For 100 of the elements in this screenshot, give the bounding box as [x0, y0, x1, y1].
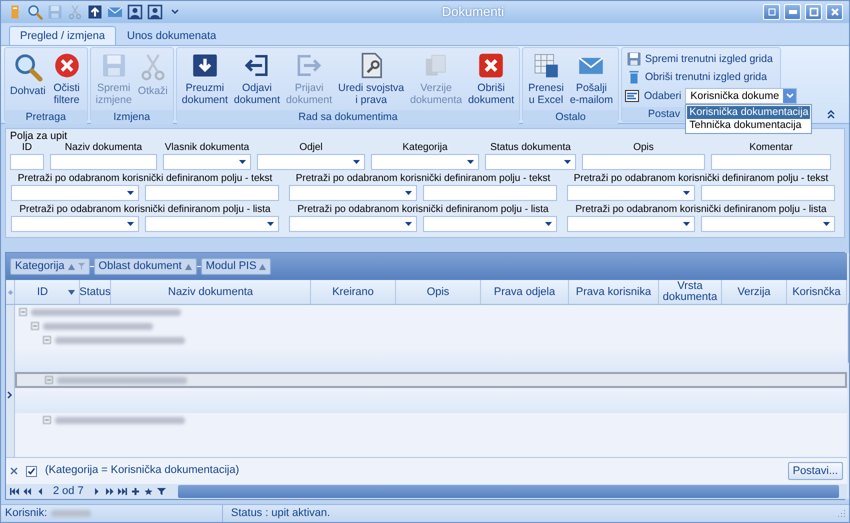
dropdown-field[interactable]: [701, 216, 835, 232]
sort-ascending-icon: [68, 264, 75, 270]
collapse-icon[interactable]: [826, 109, 836, 119]
caret-icon: [127, 222, 134, 226]
dropdown-field[interactable]: [11, 185, 139, 201]
group-label: Pretraga: [5, 110, 87, 124]
resize-grip-icon[interactable]: [837, 509, 846, 518]
envelope-icon: [107, 4, 123, 20]
dropdown-field[interactable]: [567, 216, 695, 232]
column-header[interactable]: Vrsta dokumenta: [659, 280, 722, 304]
ribbon-button[interactable]: Preuzmi dokument: [178, 50, 231, 108]
toolbar-button[interactable]: [87, 4, 103, 20]
dropdown-field[interactable]: [371, 154, 479, 170]
blurred-text: [51, 510, 92, 517]
dropdown-field[interactable]: [145, 216, 279, 232]
search-icon: [12, 52, 43, 82]
column-header[interactable]: Naziv dokumenta: [111, 280, 311, 304]
ribbon-button[interactable]: Spremi trenutni izgled grida: [624, 51, 778, 68]
ribbon-button[interactable]: Odjavi dokument: [230, 50, 284, 108]
dropdown-field[interactable]: [423, 216, 557, 232]
group-row[interactable]: [15, 372, 847, 388]
text-field[interactable]: [10, 154, 44, 170]
ribbon-button[interactable]: Prenesi u Excel: [525, 50, 567, 108]
caret-icon: [683, 191, 690, 195]
checkbox[interactable]: [26, 466, 37, 476]
column-header[interactable]: Prava odjela: [481, 280, 569, 304]
group-label: Izmjena: [90, 110, 173, 124]
row-pointer-icon: [7, 389, 13, 397]
first-record-icon[interactable]: [10, 488, 19, 495]
dropdown-field[interactable]: [289, 216, 417, 232]
toolbar-button[interactable]: [127, 4, 143, 20]
ribbon-button[interactable]: Pošalji e-mailom: [566, 50, 616, 108]
filter-icon[interactable]: [156, 488, 166, 495]
sort-ascending-icon: [184, 264, 192, 270]
person-icon: [127, 4, 143, 20]
close-icon: [830, 7, 840, 17]
status-text: Status : upit aktivan.: [230, 506, 332, 520]
field-label: Naziv dokumenta: [64, 142, 142, 154]
dropdown-option[interactable]: Korisnička dokumentacija: [687, 106, 810, 119]
dropdown-field[interactable]: [485, 154, 576, 170]
window-button[interactable]: [826, 4, 843, 20]
text-field[interactable]: [423, 185, 557, 201]
field-label: Pretraži po odabranom korisnički definiranom polju - lista: [19, 204, 271, 216]
user-label: Korisnik:: [5, 506, 48, 520]
toolbar-button[interactable]: [147, 4, 163, 20]
filter-dropdown-icon[interactable]: [68, 290, 75, 294]
dropdown-field[interactable]: [11, 216, 139, 232]
add-record-icon[interactable]: [130, 488, 140, 495]
text-field[interactable]: [145, 185, 279, 201]
caret-icon: [239, 160, 246, 164]
ribbon-tab[interactable]: Unos dokumenata: [116, 26, 228, 45]
last-record-icon[interactable]: [118, 488, 127, 495]
field-label: Pretraži po odabranom korisnički definiranom polju - tekst: [18, 173, 272, 185]
group-label: Ostalo: [523, 110, 618, 124]
window-button[interactable]: [763, 4, 780, 20]
dropdown-field[interactable]: [163, 154, 251, 170]
column-header[interactable]: Opis: [396, 280, 481, 304]
ribbon-button[interactable]: Obriši trenutni izgled grida: [624, 69, 778, 86]
group-chip[interactable]: Modul PIS: [200, 258, 272, 276]
previous-page-icon[interactable]: [23, 488, 32, 495]
dropdown-option[interactable]: Tehnička dokumentacija: [687, 118, 810, 132]
field-label: Odaberi: [644, 90, 682, 102]
next-page-icon[interactable]: [104, 488, 114, 495]
window-button[interactable]: [784, 4, 801, 20]
caret-icon: [545, 222, 552, 226]
previous-record-icon[interactable]: [36, 488, 45, 495]
ribbon-button[interactable]: Uredi svojstva i prava: [335, 50, 408, 108]
group-chip[interactable]: Oblast dokument: [94, 258, 197, 276]
column-header[interactable]: Status: [80, 280, 111, 304]
field-label: Opis: [633, 142, 654, 154]
arrow-up-icon: [87, 4, 103, 20]
text-field[interactable]: [582, 154, 705, 170]
horizontal-scrollbar[interactable]: [178, 485, 839, 498]
column-header[interactable]: Kreirano: [311, 280, 396, 304]
star-icon[interactable]: [144, 488, 153, 495]
dropdown-field[interactable]: [257, 154, 365, 170]
dropdown-field[interactable]: [567, 185, 695, 201]
dropdown-field[interactable]: [289, 185, 417, 201]
ribbon-button[interactable]: Očisti filtere: [48, 50, 85, 108]
close-icon[interactable]: [10, 467, 18, 475]
diamond-icon: [8, 290, 12, 294]
group-chip[interactable]: Kategorija: [10, 258, 90, 276]
text-field[interactable]: [711, 154, 831, 170]
group-label: Rad sa dokumentima: [176, 110, 520, 124]
toolbar-button[interactable]: [27, 4, 43, 20]
set-filter-button[interactable]: Postavi...: [788, 462, 843, 480]
sort-ascending-icon: [259, 264, 266, 270]
ribbon-tab[interactable]: Pregled / izmjena: [9, 26, 116, 45]
text-field[interactable]: [50, 154, 157, 170]
column-header[interactable]: Prava korisnika: [569, 280, 659, 304]
field-label: Pretraži po odabranom korisnički definiranom polju - tekst: [296, 173, 550, 185]
ribbon-button[interactable]: Obriši dokument: [465, 50, 518, 108]
column-header[interactable]: Verzija: [722, 280, 787, 304]
text-field[interactable]: [701, 185, 835, 201]
ribbon-button[interactable]: Dohvati: [7, 50, 49, 108]
column-header[interactable]: ID: [15, 280, 80, 304]
list-icon: [624, 88, 640, 104]
field-label: Vlasnik dokumenta: [164, 142, 250, 154]
window-button[interactable]: [805, 4, 822, 20]
caret-icon: [267, 222, 274, 226]
